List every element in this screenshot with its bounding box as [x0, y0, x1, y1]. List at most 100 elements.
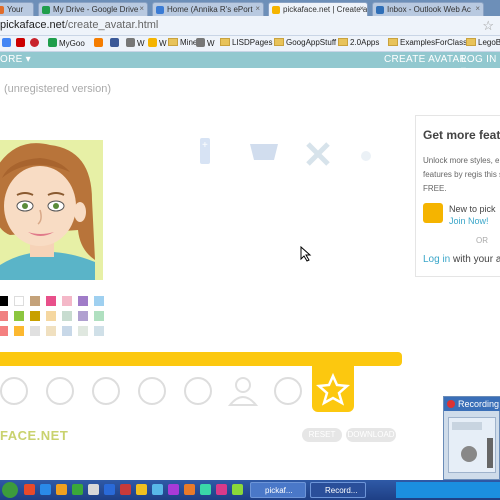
avatar-editor-page: (unregistered version) + FACE.NET RESET …: [0, 68, 500, 480]
bookmark-folder-lego[interactable]: LegoB: [466, 38, 500, 47]
system-tray[interactable]: [396, 482, 500, 498]
color-swatch[interactable]: [14, 326, 24, 336]
site-icon: [156, 6, 164, 14]
taskbar-app-icon[interactable]: [72, 484, 83, 495]
color-swatch[interactable]: [94, 311, 104, 321]
reset-button[interactable]: RESET: [302, 428, 342, 442]
login-link[interactable]: Log in: [423, 254, 450, 265]
bookmark-google[interactable]: [2, 38, 13, 48]
taskbar-app-icon[interactable]: [168, 484, 179, 495]
color-swatch[interactable]: [94, 296, 104, 306]
close-icon[interactable]: ×: [359, 4, 364, 13]
taskbar-app-icon[interactable]: [40, 484, 51, 495]
youtube-icon: [16, 38, 25, 47]
category-bar: [0, 352, 402, 366]
color-swatch[interactable]: [14, 296, 24, 306]
category-face-shape[interactable]: [0, 377, 28, 405]
category-hair[interactable]: [184, 377, 212, 405]
color-swatch[interactable]: [46, 296, 56, 306]
color-swatch[interactable]: [30, 296, 40, 306]
bookmark-youtube[interactable]: [16, 38, 27, 48]
record-button-icon: [452, 422, 493, 468]
color-swatch[interactable]: [14, 311, 24, 321]
browser-tab[interactable]: My Drive - Google Drive ×: [38, 2, 148, 16]
bookmark-star-icon[interactable]: ☆: [482, 18, 494, 34]
category-head[interactable]: [46, 377, 74, 405]
taskbar-app-icon[interactable]: [88, 484, 99, 495]
category-ears[interactable]: [138, 377, 166, 405]
category-eyes[interactable]: [92, 377, 120, 405]
bookmark-facebook[interactable]: [110, 38, 121, 48]
join-now-link[interactable]: Join Now!: [449, 216, 489, 226]
browser-tab[interactable]: Inbox - Outlook Web Ac ×: [372, 2, 484, 16]
folder-icon: [338, 38, 348, 46]
tab-favicon-icon: [0, 6, 4, 14]
color-swatch[interactable]: [78, 296, 88, 306]
browser-tab[interactable]: Home (Annika R's ePort ×: [152, 2, 264, 16]
site-logo: FACE.NET: [0, 428, 69, 443]
taskbar-button-pickaface[interactable]: pickaf...: [250, 482, 306, 498]
browser-tab-active[interactable]: pickaface.net | Create a ×: [268, 2, 368, 16]
texture-icon[interactable]: [306, 142, 330, 166]
color-swatch[interactable]: [62, 311, 72, 321]
browser-tab[interactable]: Your: [0, 2, 34, 16]
color-swatch[interactable]: [46, 326, 56, 336]
bookmark-folder-examples[interactable]: ExamplesForClass: [388, 38, 467, 47]
close-icon[interactable]: ×: [475, 4, 480, 13]
url-field[interactable]: pickaface.net/create_avatar.html: [0, 19, 158, 31]
g-icon: [2, 38, 11, 47]
pattern-icon[interactable]: [250, 140, 280, 164]
category-glasses[interactable]: [274, 377, 302, 405]
color-swatch[interactable]: [30, 326, 40, 336]
recording-controls[interactable]: [448, 417, 496, 473]
color-swatch[interactable]: [62, 326, 72, 336]
nav-more[interactable]: ORE ▾: [0, 54, 31, 65]
bookmark-w2[interactable]: W: [148, 38, 167, 48]
bookmark-pinterest[interactable]: [30, 38, 41, 48]
taskbar-app-icon[interactable]: [216, 484, 227, 495]
recording-titlebar[interactable]: Recording: [444, 397, 500, 411]
background-shape-icon[interactable]: +: [198, 138, 228, 168]
bookmark-w3[interactable]: W: [196, 38, 215, 48]
drive-icon: [48, 38, 57, 47]
taskbar-app-icon[interactable]: [184, 484, 195, 495]
close-icon[interactable]: ×: [255, 4, 260, 13]
bookmark-mygoo[interactable]: MyGoo: [48, 38, 85, 48]
taskbar-app-icon[interactable]: [136, 484, 147, 495]
pickaface-q-icon: [423, 203, 443, 223]
nav-create-avatar[interactable]: CREATE AVATAR: [384, 54, 467, 65]
color-swatch[interactable]: [62, 296, 72, 306]
bookmark-folder-lisdpages[interactable]: LISDPages: [220, 38, 272, 47]
bookmark-blogger[interactable]: [94, 38, 105, 48]
taskbar-app-icon[interactable]: [152, 484, 163, 495]
color-swatch[interactable]: [94, 326, 104, 336]
clothes-icon[interactable]: [226, 375, 260, 407]
color-swatch[interactable]: [0, 326, 8, 336]
folder-icon: [274, 38, 284, 46]
color-swatch[interactable]: [78, 326, 88, 336]
taskbar-app-icon[interactable]: [24, 484, 35, 495]
category-tab-active[interactable]: [312, 366, 354, 412]
bookmark-folder-googappstuff[interactable]: GoogAppStuff: [274, 38, 336, 47]
color-swatch[interactable]: [30, 311, 40, 321]
color-swatch[interactable]: [0, 311, 8, 321]
bookmark-folder-apps[interactable]: 2.0Apps: [338, 38, 379, 47]
taskbar-app-icon[interactable]: [56, 484, 67, 495]
taskbar-app-icon[interactable]: [200, 484, 211, 495]
bookmark-folder-mine[interactable]: Mine: [168, 38, 197, 47]
recording-window[interactable]: Recording: [443, 396, 500, 480]
bookmark-w1[interactable]: W: [126, 38, 145, 48]
color-swatch[interactable]: [78, 311, 88, 321]
color-swatch[interactable]: [0, 296, 8, 306]
record-icon: [447, 400, 455, 408]
download-button[interactable]: DOWNLOAD: [346, 428, 396, 442]
taskbar-button-recording[interactable]: Record...: [310, 482, 366, 498]
taskbar-app-icon[interactable]: [232, 484, 243, 495]
color-swatch[interactable]: [46, 311, 56, 321]
taskbar-app-icon[interactable]: [104, 484, 115, 495]
start-button-icon[interactable]: [2, 482, 18, 498]
address-bar[interactable]: pickaface.net/create_avatar.html ☆: [0, 16, 500, 36]
taskbar-app-icon[interactable]: [120, 484, 131, 495]
dot-icon[interactable]: [360, 150, 372, 162]
close-icon[interactable]: ×: [139, 4, 144, 13]
